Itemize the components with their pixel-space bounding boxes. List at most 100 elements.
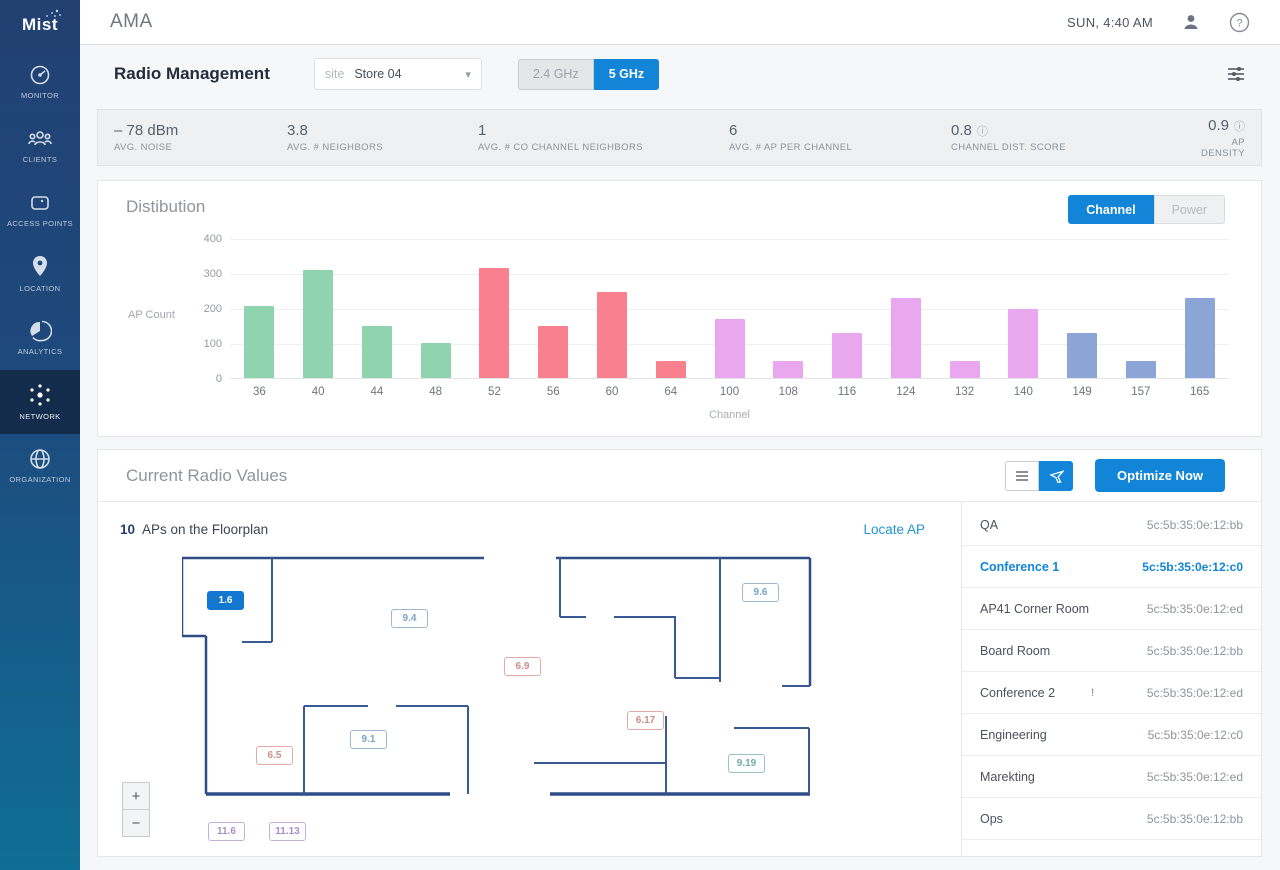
chart-bar[interactable] [1126,361,1156,378]
chart-bar[interactable] [303,270,333,379]
radio-values-header: Current Radio Values [98,450,1261,502]
pie-chart-icon [28,319,52,343]
locate-ap-link[interactable]: Locate AP [863,522,925,537]
ap-list-row[interactable]: Ops5c:5b:35:0e:12:bb [962,798,1261,840]
ap-name: Ops [980,812,1003,826]
settings-sliders-button[interactable] [1226,65,1246,83]
floorplan-ap-label[interactable]: 11.13 [269,822,306,841]
chart-y-tick: 0 [182,373,222,385]
channel-toggle-button[interactable]: Channel [1068,195,1153,224]
question-mark-icon: ? [1229,12,1250,33]
chart-bar[interactable] [950,361,980,379]
mist-logo-dots-icon [44,8,62,18]
floorplan-ap-label[interactable]: 1.6 [207,591,244,610]
chart-bar[interactable] [832,333,862,378]
band-5ghz-button[interactable]: 5 GHz [594,59,659,90]
stat-item: – 78 dBmAVG. NOISE [114,122,287,153]
sidebar-item-analytics[interactable]: ANALYTICS [0,306,80,370]
sidebar-item-monitor[interactable]: MONITOR [0,50,80,114]
globe-icon [28,447,52,471]
sidebar-item-location[interactable]: LOCATION [0,242,80,306]
floorplan-ap-label[interactable]: 9.1 [350,730,387,749]
chart-x-tick: 52 [465,386,524,398]
chart-x-tick: 36 [230,386,289,398]
sidebar-item-label: ORGANIZATION [9,476,70,484]
chart-bar[interactable] [244,306,274,378]
zoom-out-button[interactable]: − [122,809,150,837]
sidebar-item-clients[interactable]: CLIENTS [0,114,80,178]
user-account-button[interactable] [1181,12,1201,32]
floorplan-ap-label[interactable]: 9.4 [391,609,428,628]
optimize-now-button[interactable]: Optimize Now [1095,459,1225,492]
ap-badge: ! [1091,687,1094,699]
ap-mac-address: 5c:5b:35:0e:12:c0 [1142,560,1243,574]
list-view-button[interactable] [1005,461,1039,491]
ap-list-row[interactable]: QA5c:5b:35:0e:12:bb [962,504,1261,546]
chart-bar-slot [759,361,818,379]
site-selector[interactable]: site Store 04 ▾ [314,58,482,90]
stat-item: 0.9ⓘ AP DENSITY [1201,117,1245,159]
floorplan-ap-label[interactable]: 6.5 [256,746,293,765]
chart-plot [230,239,1229,379]
chart-bar[interactable] [362,326,392,379]
zoom-in-button[interactable]: + [122,782,150,810]
floorplan-ap-label[interactable]: 9.6 [742,583,779,602]
stat-label: AP DENSITY [1201,137,1245,159]
sidebar-item-label: NETWORK [19,413,60,421]
clock-text: SUN, 4:40 AM [1067,15,1153,30]
stat-item: 0.8ⓘCHANNEL DIST. SCORE [951,122,1201,153]
ap-list-row[interactable]: Engineering5c:5b:35:0e:12:c0 [962,714,1261,756]
chart-x-axis-label: Channel [230,409,1229,421]
chart-bar[interactable] [1008,309,1038,378]
chart-bar[interactable] [1067,333,1097,378]
distribution-title: Distibution [126,197,205,217]
sidebar-item-label: MONITOR [21,92,59,100]
floorplan-ap-label[interactable]: 11.6 [208,822,245,841]
chart-bar[interactable] [1185,298,1215,378]
ap-mac-address: 5c:5b:35:0e:12:bb [1147,518,1243,532]
chart-bar[interactable] [656,361,686,379]
info-icon[interactable]: ⓘ [1234,118,1245,134]
sidebar-item-access-points[interactable]: ACCESS POINTS [0,178,80,242]
ap-list-row[interactable]: Conference 15c:5b:35:0e:12:c0 [962,546,1261,588]
help-button[interactable]: ? [1229,12,1250,33]
current-radio-values-card: Current Radio Values [97,449,1262,857]
ap-count-line: 10APs on the Floorplan [120,522,268,537]
person-icon [1181,12,1201,32]
chart-x-tick: 165 [1170,386,1229,398]
ap-mac-address: 5c:5b:35:0e:12:ed [1147,602,1243,616]
chart-bar[interactable] [891,298,921,378]
chart-x-tick: 124 [876,386,935,398]
chart-bar[interactable] [538,326,568,379]
floorplan-ap-label[interactable]: 6.17 [627,711,664,730]
chart-bar[interactable] [773,361,803,379]
stat-label: AVG. NOISE [114,142,287,153]
floorplan-ap-label[interactable]: 9.19 [728,754,765,773]
floorplan-ap-label[interactable]: 6.9 [504,657,541,676]
chart-x-tick: 56 [524,386,583,398]
mist-logo[interactable]: Mist [0,0,80,50]
ap-count-value: 10 [120,522,135,537]
chart-mode-toggle: Channel Power [1068,195,1225,224]
chart-bar-slot [876,298,935,378]
ap-list-row[interactable]: Board Room5c:5b:35:0e:12:bb [962,630,1261,672]
select-view-button[interactable] [1039,461,1073,491]
sidebar-item-organization[interactable]: ORGANIZATION [0,434,80,498]
chart-bar-slot [641,361,700,379]
ap-list-row[interactable]: Conference 2!5c:5b:35:0e:12:ed [962,672,1261,714]
stat-value: 0.9ⓘ [1208,117,1245,134]
chart-bar[interactable] [715,319,745,379]
power-toggle-button[interactable]: Power [1154,195,1225,224]
chart-bar[interactable] [479,268,509,378]
sidebar-item-network[interactable]: NETWORK [0,370,80,434]
top-header: AMA SUN, 4:40 AM ? [80,0,1280,45]
chart-bar[interactable] [597,292,627,378]
info-icon[interactable]: ⓘ [977,123,988,139]
stat-label: AVG. # NEIGHBORS [287,142,478,153]
ap-list-row[interactable]: Marekting5c:5b:35:0e:12:ed [962,756,1261,798]
stat-label: CHANNEL DIST. SCORE [951,142,1201,153]
chart-bar[interactable] [421,343,451,378]
ap-list-row[interactable]: AP41 Corner Room5c:5b:35:0e:12:ed [962,588,1261,630]
chart-bar-slot [406,343,465,378]
band-2-4ghz-button[interactable]: 2.4 GHz [518,59,594,90]
